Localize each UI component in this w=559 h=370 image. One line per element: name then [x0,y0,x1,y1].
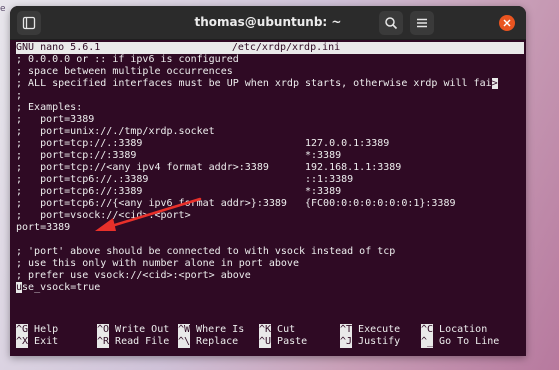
terminal-window: thomas@ubuntunb: ~ GNU nano 5.6.1 /etc/x… [10,6,526,356]
file-line[interactable]: ; Examples: [16,102,524,114]
file-line[interactable]: ; 0.0.0.0 or :: if ipv6 is configured [16,54,524,66]
file-line[interactable]: ; port=vsock://<cid>:<port> [16,210,524,222]
shortcut-label: Help [34,324,59,335]
menu-button[interactable] [410,11,434,35]
shortcut-justify[interactable]: ^J Justify [340,336,421,348]
file-line[interactable]: ; port=tcp://:3389 *:3389 [16,150,524,162]
hamburger-menu-icon [417,18,427,28]
file-line[interactable]: ; port=tcp://<any ipv4 format addr>:3389… [16,162,524,174]
nano-filename: /etc/xrdp/xrdp.ini [231,42,341,53]
shortcut-write-out[interactable]: ^O Write Out [97,324,178,336]
shortcut-paste[interactable]: ^U Paste [259,336,340,348]
file-line[interactable]: ; port=unix://./tmp/xrdp.socket [16,126,524,138]
file-line[interactable]: port=3389 [16,222,524,234]
shortcut-location[interactable]: ^C Location [421,324,502,336]
shortcut-key: ^K [259,324,272,336]
shortcut-key: ^O [97,324,110,336]
shortcut-key: ^C [421,324,434,336]
shortcut-cut[interactable]: ^K Cut [259,324,340,336]
file-line[interactable]: ; prefer use vsock://<cid>:<port> above [16,270,524,282]
shortcut-label: Cut [277,324,296,335]
shortcut-where-is[interactable]: ^W Where Is [178,324,259,336]
shortcut-go-to-line[interactable]: ^_ Go To Line [421,336,502,348]
shortcut-label: Execute [358,324,401,335]
shortcut-label: Replace [196,336,239,347]
shortcut-key: ^_ [421,336,434,348]
search-icon [385,17,398,30]
file-line[interactable]: ; space between multiple occurrences [16,66,524,78]
window-title: thomas@ubuntunb: ~ [194,15,342,29]
close-button[interactable] [499,15,515,31]
shortcut-key: ^\ [178,336,191,348]
shortcut-label: Location [439,324,488,335]
shortcut-key: ^G [16,324,29,336]
file-line[interactable]: ; [16,90,524,102]
shortcut-label: Where Is [196,324,245,335]
shortcut-key: ^T [340,324,353,336]
nano-header-bar: GNU nano 5.6.1 /etc/xrdp/xrdp.ini [16,42,524,54]
shortcut-execute[interactable]: ^T Execute [340,324,421,336]
file-line[interactable]: ; port=tcp6://{<any ipv6 format addr>}:3… [16,198,524,210]
shortcut-exit[interactable]: ^X Exit [16,336,97,348]
shortcut-key: ^U [259,336,272,348]
shortcut-key: ^R [97,336,110,348]
shortcut-help[interactable]: ^G Help [16,324,97,336]
shortcut-row: ^G Help ^O Write Out ^W Where Is ^K Cut ^T Ex… [16,324,526,336]
shortcut-label: Write Out [115,324,170,335]
shortcut-replace[interactable]: ^\ Replace [178,336,259,348]
file-line-text: se_vsock=true [22,282,101,293]
nano-shortcut-bar: ^G Help ^O Write Out ^W Where Is ^K Cut ^T Ex… [16,324,526,348]
terminal-content[interactable]: GNU nano 5.6.1 /etc/xrdp/xrdp.ini ; 0.0.… [16,42,524,356]
shortcut-key: ^W [178,324,191,336]
file-line[interactable]: ; port=3389 [16,114,524,126]
shortcut-label: Read File [115,336,170,347]
file-line-text: ; ALL specified interfaces must be UP wh… [16,78,492,89]
desktop-background-text: e [0,4,6,14]
shortcut-label: Paste [277,336,308,347]
file-line[interactable]: ; use this only with number alone in por… [16,258,524,270]
truncation-marker: > [491,78,498,89]
shortcut-key: ^X [16,336,29,348]
shortcut-key: ^J [340,336,353,348]
shortcut-label: Justify [358,336,401,347]
file-line-current[interactable]: use_vsock=true [16,282,524,294]
file-line[interactable] [16,234,524,246]
nano-version: GNU nano 5.6.1 [16,42,101,53]
close-icon [503,19,511,27]
file-line[interactable]: ; port=tcp6://:3389 *:3389 [16,186,524,198]
shortcut-label: Exit [34,336,59,347]
search-button[interactable] [379,11,403,35]
shortcut-label: Go To Line [439,336,500,347]
shortcut-row: ^X Exit ^R Read File ^\ Replace ^U Paste ^J J… [16,336,526,348]
file-line[interactable]: ; port=tcp6://.:3389 ::1:3389 [16,174,524,186]
shortcut-read-file[interactable]: ^R Read File [97,336,178,348]
file-line[interactable]: ; 'port' above should be connected to wi… [16,246,524,258]
window-titlebar[interactable]: thomas@ubuntunb: ~ [10,6,526,40]
file-line[interactable]: ; ALL specified interfaces must be UP wh… [16,78,524,90]
file-line[interactable]: ; port=tcp://.:3389 127.0.0.1:3389 [16,138,524,150]
